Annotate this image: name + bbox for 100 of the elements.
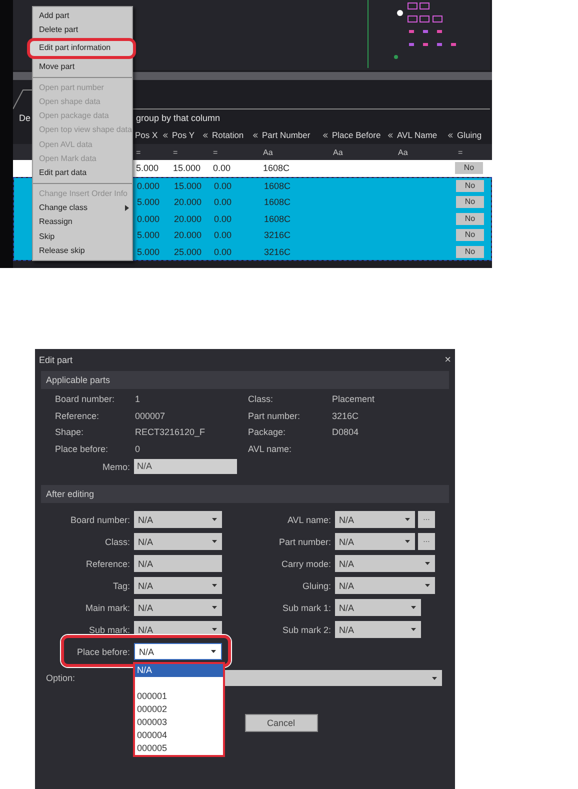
caret-icon <box>212 584 217 587</box>
dropdown-field[interactable]: N/A <box>335 533 415 550</box>
info-value: 1 <box>135 394 142 406</box>
chevron-icon <box>253 132 258 138</box>
menu-item[interactable]: Delete part <box>33 23 132 38</box>
caret-icon <box>212 518 217 521</box>
filter-operator[interactable]: = <box>210 148 260 156</box>
field-label: Sub mark 1: <box>281 602 331 612</box>
caret-icon <box>212 540 217 543</box>
table-cell-text: 0.00 <box>213 197 233 208</box>
dropdown-field[interactable]: N/A <box>335 599 421 616</box>
filter-operator[interactable]: = <box>455 148 490 156</box>
table-cell-text: 0.00 <box>212 163 232 174</box>
info-value: 0 <box>135 444 142 456</box>
gluing-toggle[interactable]: No <box>456 246 484 258</box>
menu-item[interactable]: Skip <box>33 230 132 244</box>
info-label: Place before: <box>55 444 110 456</box>
chevron-icon <box>388 132 393 138</box>
menu-item[interactable]: Reassign <box>33 215 132 230</box>
field-label: Gluing: <box>301 580 331 590</box>
column-header[interactable]: Gluing <box>457 130 482 140</box>
field-label: Carry mode: <box>280 558 331 568</box>
gluing-toggle[interactable]: No <box>455 162 483 174</box>
table-cell-text: 5.000 <box>136 246 161 257</box>
filter-operator[interactable]: = <box>170 148 210 156</box>
filter-operator[interactable]: Aa <box>395 148 455 156</box>
info-label: AVL name: <box>248 444 293 456</box>
caret-icon <box>411 628 416 631</box>
dropdown-field[interactable]: N/A <box>335 577 435 594</box>
filter-operator[interactable]: = <box>133 148 170 156</box>
column-header[interactable]: Rotation <box>212 130 244 140</box>
memo-field[interactable]: N/A <box>134 459 237 474</box>
field-label: Memo: <box>101 462 130 472</box>
filter-operator[interactable]: Aa <box>260 148 330 156</box>
dropdown-field[interactable]: N/A <box>134 533 222 550</box>
column-header[interactable]: Pos X <box>135 130 158 140</box>
dropdown-field[interactable]: N/A <box>134 643 222 660</box>
chevron-icon <box>163 132 168 138</box>
dialog-title: Edit part <box>39 355 73 365</box>
field-label: Main mark: <box>84 602 130 612</box>
menu-item[interactable]: Move part <box>33 60 132 74</box>
submenu-arrow-icon <box>125 205 129 212</box>
caret-icon <box>432 676 437 680</box>
field-label: AVL name: <box>286 514 331 524</box>
dropdown-field[interactable]: N/A <box>335 621 421 638</box>
column-header[interactable]: Part Number <box>262 130 310 140</box>
table-cell-text: 5.000 <box>136 230 161 240</box>
field-label: Place before: <box>76 646 130 656</box>
field-label: Sub mark: <box>88 624 130 634</box>
dropdown-field[interactable]: N/A <box>335 555 435 572</box>
filter-operator[interactable]: Aa <box>330 148 395 156</box>
close-button[interactable]: × <box>444 354 451 366</box>
section-header: After editing <box>41 485 449 503</box>
table-cell-text: 0.00 <box>213 230 233 240</box>
dropdown-field[interactable]: N/A <box>134 577 222 594</box>
cancel-button[interactable]: Cancel <box>244 714 318 732</box>
table-cell-text: 0.00 <box>213 214 233 224</box>
gluing-toggle[interactable]: No <box>456 180 484 192</box>
column-header[interactable]: Pos Y <box>172 130 195 140</box>
table-cell-text: 0.000 <box>136 180 161 191</box>
table-cell-text: 5.000 <box>135 163 160 174</box>
caret-icon <box>411 606 416 609</box>
gluing-toggle[interactable]: No <box>456 229 484 242</box>
gluing-toggle[interactable]: No <box>456 196 484 208</box>
info-label: Part number: <box>248 410 302 422</box>
dropdown-option[interactable]: N/A <box>135 664 223 677</box>
info-value: 000007 <box>135 410 166 422</box>
table-cell-text: 1608C <box>263 180 292 191</box>
column-header[interactable]: Place Before <box>332 130 381 140</box>
browse-button[interactable]: ... <box>418 511 435 528</box>
group-hint: group by that column <box>136 113 220 123</box>
browse-button[interactable]: ... <box>418 533 435 550</box>
menu-item[interactable]: Release skip <box>33 244 132 258</box>
table-cell-text: 20.000 <box>173 197 203 208</box>
field-label: Option: <box>46 673 76 683</box>
caret-icon <box>211 650 216 653</box>
dropdown-field[interactable]: N/A <box>335 511 415 528</box>
caret-icon <box>405 518 410 521</box>
info-value: Placement <box>332 394 376 406</box>
dropdown-field[interactable]: N/A <box>134 599 222 616</box>
dropdown-field[interactable]: N/A <box>134 511 222 528</box>
info-label: Reference: <box>55 410 100 422</box>
field-label: Class: <box>104 536 130 546</box>
caret-icon <box>405 540 410 543</box>
gluing-toggle[interactable]: No <box>456 212 484 225</box>
input-field[interactable]: N/A <box>134 555 222 572</box>
menu-item[interactable]: Edit part information <box>27 38 136 59</box>
field-label: Sub mark 2: <box>281 624 331 634</box>
table-cell-text: 25.000 <box>173 246 203 257</box>
table-cell-text: 20.000 <box>173 214 203 224</box>
field-label: Tag: <box>112 580 130 590</box>
menu-item[interactable]: Add part <box>33 9 132 24</box>
table-cell-text: 15.000 <box>172 163 202 174</box>
table-cell-text: 3216C <box>263 230 292 240</box>
table-cell-text: 1608C <box>263 197 292 208</box>
info-label: Board number: <box>55 394 116 406</box>
caret-icon <box>425 562 430 565</box>
section-header: Applicable parts <box>41 371 449 389</box>
column-header[interactable]: AVL Name <box>397 130 438 140</box>
info-value: 3216C <box>332 410 360 422</box>
